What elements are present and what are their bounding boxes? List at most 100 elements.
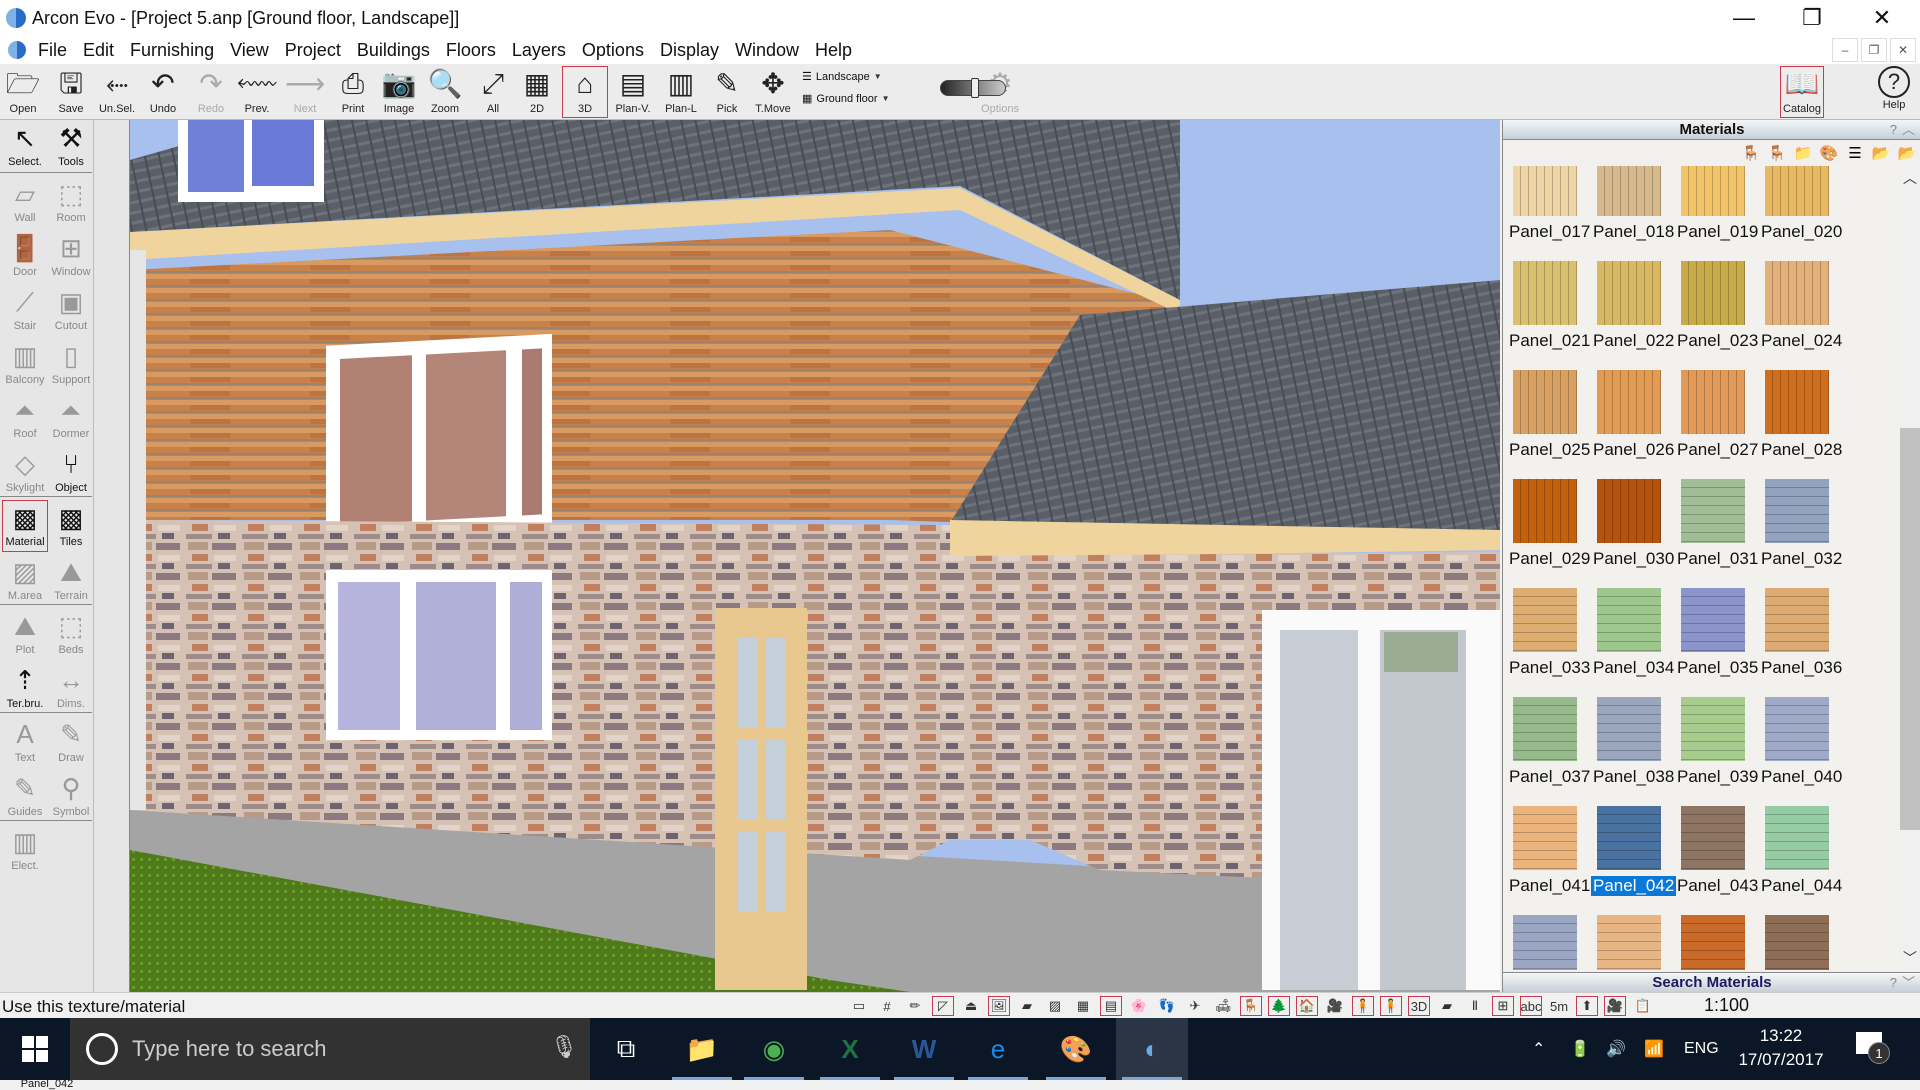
material-item[interactable]: Panel_022 (1591, 261, 1675, 370)
material-item[interactable]: Panel_032 (1759, 479, 1843, 588)
tool-support[interactable]: ▯ Support (48, 338, 94, 390)
tool-guides[interactable]: ✎ Guides (2, 770, 48, 822)
status-toggle-icon[interactable]: ✈ (1184, 996, 1206, 1016)
material-swatch[interactable] (1513, 697, 1577, 761)
material-swatch[interactable] (1513, 370, 1577, 434)
status-toggle-icon[interactable]: 🧍 (1380, 996, 1402, 1016)
tool-terrain[interactable]: ⛰ Terrain (48, 554, 94, 606)
tool-window[interactable]: ⊞ Window (48, 230, 94, 282)
material-item[interactable]: Panel_028 (1759, 370, 1843, 479)
view-slider[interactable] (940, 78, 1006, 98)
status-toggle-icon[interactable]: ⏏ (960, 996, 982, 1016)
status-toggle-icon[interactable]: ▨ (1044, 996, 1066, 1016)
material-item[interactable] (1507, 915, 1591, 970)
tool-room[interactable]: ⬚ Room (48, 176, 94, 228)
material-swatch[interactable] (1513, 806, 1577, 870)
material-item[interactable]: Panel_027 (1675, 370, 1759, 479)
upload-folder-icon[interactable]: 📂 (1897, 143, 1917, 163)
taskbar-excel[interactable]: X (814, 1018, 886, 1080)
materials-scrollbar[interactable]: ︿ ﹀ (1899, 166, 1920, 970)
tool-symbol[interactable]: ⚲ Symbol (48, 770, 94, 822)
start-button[interactable] (0, 1018, 70, 1080)
help-icon[interactable]: ? (1890, 973, 1897, 993)
status-toggle-icon[interactable]: 🧍 (1352, 996, 1374, 1016)
menu-edit[interactable]: Edit (75, 40, 122, 61)
status-toggle-icon[interactable]: ◸ (932, 996, 954, 1016)
material-item[interactable]: Panel_035 (1675, 588, 1759, 697)
slider-thumb[interactable] (971, 78, 979, 98)
material-item[interactable] (1675, 915, 1759, 970)
toolbar-redo-button[interactable]: ↷ Redo (188, 66, 234, 118)
status-toggle-icon[interactable]: abc (1520, 996, 1542, 1016)
menu-project[interactable]: Project (277, 40, 349, 61)
toolbar-unsel-button[interactable]: ⬸ Un.Sel. (94, 66, 140, 118)
toolbar-3d-button[interactable]: ⌂ 3D (562, 66, 608, 118)
material-swatch[interactable] (1681, 915, 1745, 970)
status-toggle-icon[interactable]: 🌲 (1268, 996, 1290, 1016)
status-toggle-icon[interactable]: 5m (1548, 996, 1570, 1016)
layer-dropdown[interactable]: ☰ Landscape ▼ (802, 70, 882, 84)
search-materials-header[interactable]: Search Materials ? ﹀ (1503, 972, 1920, 992)
status-toggle-icon[interactable]: 📋 (1632, 996, 1654, 1016)
material-swatch[interactable] (1681, 588, 1745, 652)
material-item[interactable]: Panel_040 (1759, 697, 1843, 806)
menu-floors[interactable]: Floors (438, 40, 504, 61)
material-item[interactable]: Panel_039 (1675, 697, 1759, 806)
menu-window[interactable]: Window (727, 40, 807, 61)
material-item[interactable]: Panel_031 (1675, 479, 1759, 588)
material-item[interactable]: Panel_038 (1591, 697, 1675, 806)
expand-icon[interactable]: ﹀ (1902, 973, 1915, 993)
taskbar-search[interactable]: Type here to search 🎙 (70, 1018, 590, 1080)
material-item[interactable]: Panel_029 (1507, 479, 1591, 588)
new-material-icon[interactable]: 🎨 (1819, 143, 1839, 163)
window-close-button[interactable]: ✕ (1852, 0, 1912, 36)
material-swatch[interactable] (1765, 806, 1829, 870)
material-item[interactable] (1759, 915, 1843, 970)
tool-dims[interactable]: ↔ Dims. (48, 662, 94, 714)
3d-scene[interactable] (130, 120, 1500, 992)
taskbar-paint[interactable]: 🎨 (1040, 1018, 1112, 1080)
new-folder-icon[interactable]: 📁 (1793, 143, 1813, 163)
microphone-icon[interactable]: 🎙 (550, 1034, 578, 1060)
toolbar-save-button[interactable]: 🖫 Save (48, 66, 94, 118)
material-swatch[interactable] (1681, 166, 1745, 216)
material-swatch[interactable] (1597, 261, 1661, 325)
taskbar-task-view[interactable]: ⧉ (590, 1018, 662, 1080)
menu-layers[interactable]: Layers (504, 40, 574, 61)
floor-dropdown[interactable]: ▦ Ground floor ▼ (802, 92, 889, 106)
collapse-icon[interactable]: ︿ (1902, 120, 1915, 140)
scale-readout[interactable]: 1:100 (1704, 995, 1749, 1016)
status-toggle-icon[interactable]: 🎥 (1324, 996, 1346, 1016)
tool-balcony[interactable]: ▥ Balcony (2, 338, 48, 390)
tool-material[interactable]: ▩ Material (2, 500, 48, 552)
help-button[interactable]: ? Help (1872, 66, 1916, 118)
material-swatch[interactable] (1681, 479, 1745, 543)
material-swatch[interactable] (1765, 697, 1829, 761)
taskbar-arcon[interactable]: ◐ (1116, 1018, 1188, 1080)
tool-terbru[interactable]: ⇡ Ter.bru. (2, 662, 48, 714)
material-swatch[interactable] (1765, 915, 1829, 970)
tool-select[interactable]: ↖ Select. (2, 120, 48, 172)
material-swatch[interactable] (1765, 166, 1829, 216)
tool-dormer[interactable]: ⏶ Dormer (48, 392, 94, 444)
material-item[interactable]: Panel_024 (1759, 261, 1843, 370)
status-toggle-icon[interactable]: ⊞ (1492, 996, 1514, 1016)
toolbar-prev-button[interactable]: ⬳ Prev. (234, 66, 280, 118)
toolbar-image-button[interactable]: 📷 Image (376, 66, 422, 118)
window-minimize-button[interactable]: — (1714, 0, 1774, 36)
status-toggle-icon[interactable]: # (876, 996, 898, 1016)
material-swatch[interactable] (1513, 479, 1577, 543)
material-item[interactable]: Panel_037 (1507, 697, 1591, 806)
material-item[interactable]: Panel_025 (1507, 370, 1591, 479)
material-swatch[interactable] (1681, 697, 1745, 761)
tool-tiles[interactable]: ▩ Tiles (48, 500, 94, 552)
toolbar-all-button[interactable]: ⤢ All (470, 66, 516, 118)
taskbar-clock[interactable]: 13:22 17/07/2017 (1726, 1024, 1836, 1072)
catalog-button[interactable]: 📖 Catalog (1780, 66, 1824, 118)
status-toggle-icon[interactable]: 3D (1408, 996, 1430, 1016)
battery-icon[interactable]: 🔋 (1570, 1018, 1590, 1080)
status-toggle-icon[interactable]: 🖼 (988, 996, 1010, 1016)
material-swatch[interactable] (1765, 261, 1829, 325)
scroll-up-icon[interactable]: ︿ (1899, 168, 1920, 188)
toolbar-zoom-button[interactable]: 🔍 Zoom (422, 66, 468, 118)
